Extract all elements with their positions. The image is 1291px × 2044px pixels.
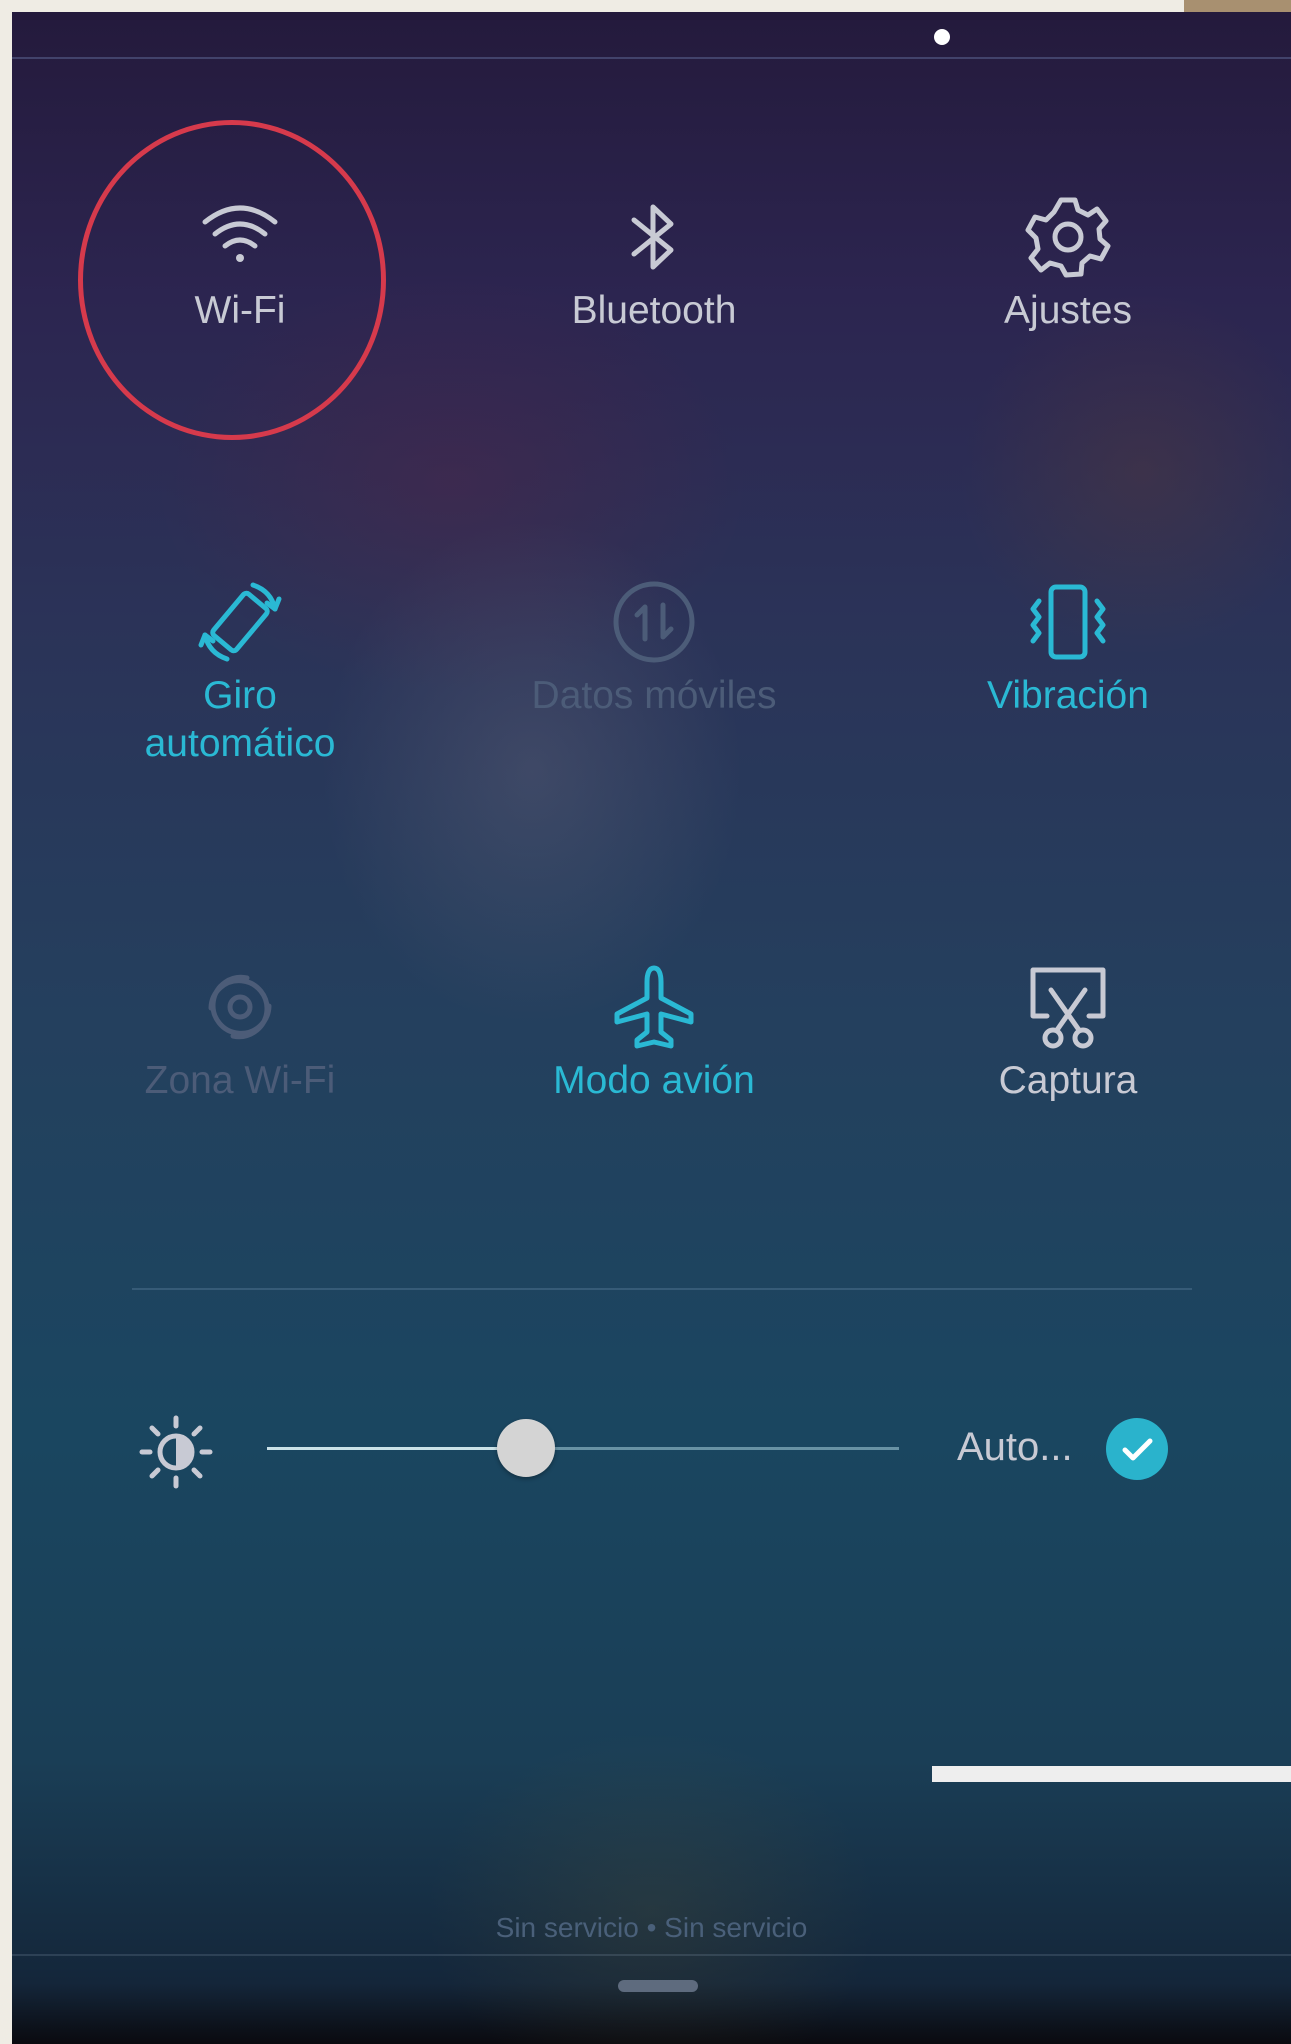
tile-label: Bluetooth [571, 289, 737, 332]
tile-label: Modo avión [553, 1059, 755, 1102]
tile-label: Zona Wi-Fi [144, 1059, 336, 1102]
check-icon [1122, 1438, 1153, 1461]
top-divider [12, 57, 1291, 59]
tile-airplane[interactable]: Modo avión [464, 932, 844, 1232]
airplane-icon [609, 962, 699, 1052]
auto-brightness-checkbox[interactable] [1106, 1418, 1168, 1480]
vibrate-icon [1023, 577, 1113, 667]
brightness-slider-thumb[interactable] [497, 1419, 556, 1477]
overlay-bar [932, 1766, 1291, 1782]
wifi-highlight-circle [78, 120, 386, 440]
brightness-icon [136, 1412, 216, 1492]
tile-hotspot[interactable]: Zona Wi-Fi [50, 932, 430, 1232]
drag-handle[interactable] [618, 1980, 698, 1992]
screenshot-icon [1023, 962, 1113, 1052]
tile-label: Giro automático [144, 674, 336, 765]
brightness-slider[interactable] [267, 1419, 899, 1477]
bottom-divider [12, 1954, 1291, 1956]
tile-screenshot[interactable]: Captura [878, 932, 1258, 1232]
tile-settings[interactable]: Ajustes [878, 162, 1258, 462]
rotate-icon [195, 577, 285, 667]
hotspot-icon [195, 962, 285, 1052]
gear-icon [1023, 192, 1113, 282]
tile-label: Datos móviles [531, 674, 777, 717]
tile-label: Vibración [987, 674, 1149, 717]
tile-vibration[interactable]: Vibración [878, 547, 1258, 847]
brightness-slider-fill [267, 1447, 527, 1450]
tile-bluetooth[interactable]: Bluetooth [464, 162, 844, 462]
auto-brightness-label: Auto... [957, 1425, 1073, 1469]
bluetooth-icon [609, 192, 699, 282]
quick-settings-panel: Wi-Fi Bluetooth Ajustes Giro automático … [12, 12, 1291, 2044]
carrier-status-text: Sin servicio • Sin servicio [495, 1912, 808, 1943]
tile-label: Captura [998, 1059, 1138, 1102]
mobile-data-icon [609, 577, 699, 667]
section-divider [132, 1288, 1192, 1290]
tile-label: Ajustes [1004, 289, 1132, 332]
tile-mobile-data[interactable]: Datos móviles [464, 547, 844, 847]
page-indicator-dot [934, 29, 950, 45]
tile-auto-rotate[interactable]: Giro automático [50, 547, 430, 847]
